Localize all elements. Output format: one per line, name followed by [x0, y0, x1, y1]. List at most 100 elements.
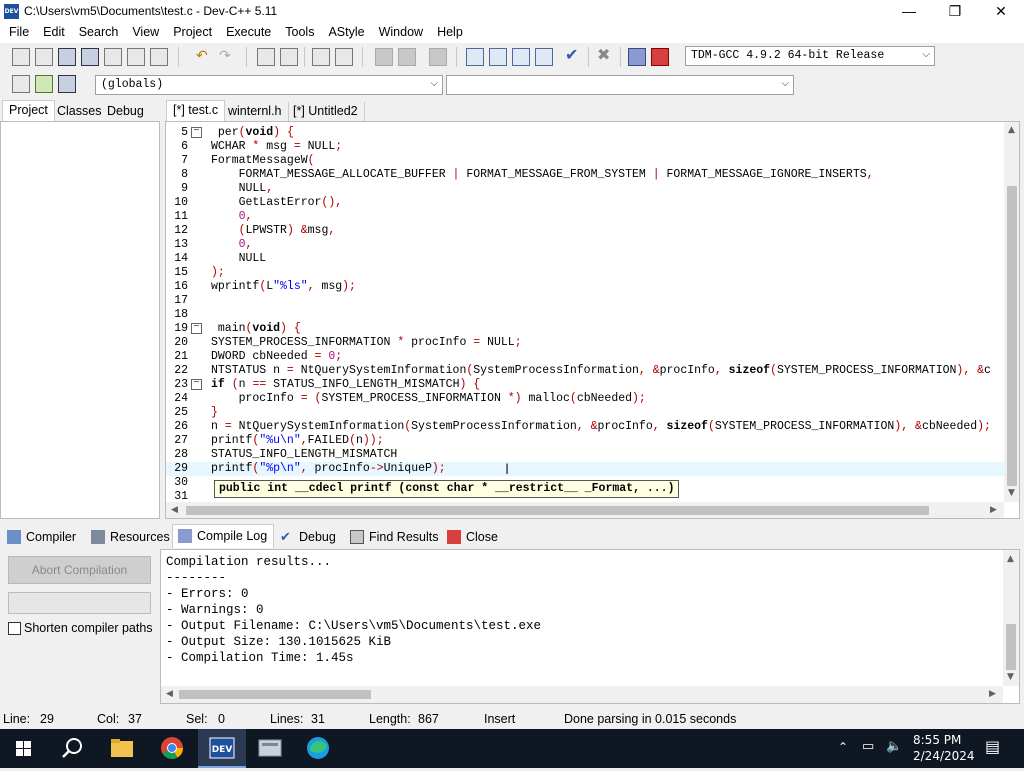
notifications-icon[interactable]: ▤ [985, 737, 1000, 756]
insert-icon[interactable] [12, 75, 30, 93]
compiler-select[interactable]: TDM-GCC 4.9.2 64-bit Release ⌵ [685, 46, 935, 66]
code-line[interactable]: 14 NULL [166, 252, 1004, 266]
unindent-icon[interactable] [335, 48, 353, 66]
code-line[interactable]: 20 SYSTEM_PROCESS_INFORMATION * procInfo … [166, 336, 1004, 350]
start-icon[interactable] [0, 729, 48, 768]
code-line[interactable]: 9 NULL, [166, 182, 1004, 196]
network-icon[interactable]: ▭ [862, 739, 874, 754]
new-file-icon[interactable] [12, 48, 30, 66]
code-line[interactable]: 16 wprintf(L"%ls", msg); [166, 280, 1004, 294]
code-line[interactable]: 12 (LPWSTR) &msg, [166, 224, 1004, 238]
fold-toggle-icon[interactable]: − [191, 127, 202, 138]
find-icon[interactable] [257, 48, 275, 66]
tab-resources[interactable]: Resources [86, 526, 176, 548]
scroll-left-icon[interactable]: ◀ [171, 505, 178, 515]
edge-icon[interactable] [294, 729, 342, 768]
search-icon[interactable] [48, 729, 96, 768]
code-line[interactable]: 17 [166, 294, 1004, 308]
code-line[interactable]: 13 0, [166, 238, 1004, 252]
code-line[interactable]: 22 NTSTATUS n = NtQuerySystemInformation(… [166, 364, 1004, 378]
code-line[interactable]: 28 STATUS_INFO_LENGTH_MISMATCH [166, 448, 1004, 462]
fold-toggle-icon[interactable]: − [191, 323, 202, 334]
code-line[interactable]: 15); [166, 266, 1004, 280]
code-line[interactable]: 6 WCHAR * msg = NULL; [166, 140, 1004, 154]
undo-icon[interactable]: ↶ [196, 48, 214, 66]
code-line[interactable]: 29 printf("%p\n", procInfo->UniqueP); [166, 462, 1004, 476]
goto-back-icon[interactable] [375, 48, 393, 66]
devcpp-icon[interactable]: DEV [198, 729, 246, 768]
save-icon[interactable] [58, 48, 76, 66]
menu-help[interactable]: Help [430, 23, 470, 43]
compile-run-icon[interactable] [512, 48, 530, 66]
code-line[interactable]: 8 FORMAT_MESSAGE_ALLOCATE_BUFFER | FORMA… [166, 168, 1004, 182]
tab-compile-log[interactable]: Compile Log [172, 524, 275, 548]
scope-select[interactable]: (globals) ⌵ [95, 75, 443, 95]
function-select[interactable]: ⌵ [446, 75, 794, 95]
code-line[interactable]: 7 FormatMessageW( [166, 154, 1004, 168]
menu-search[interactable]: Search [72, 23, 126, 43]
tab-find-results[interactable]: Find Results [345, 526, 444, 548]
scroll-down-icon[interactable]: ▼ [1008, 488, 1015, 498]
scroll-right-icon[interactable]: ▶ [989, 689, 996, 699]
editor-tab-test-c[interactable]: [*] test.c [166, 100, 226, 122]
scroll-right-icon[interactable]: ▶ [990, 505, 997, 515]
log-vscroll-thumb[interactable] [1006, 624, 1016, 670]
menu-view[interactable]: View [125, 23, 166, 43]
close-window-button[interactable]: ✕ [978, 0, 1024, 23]
close-all-icon[interactable] [127, 48, 145, 66]
volume-muted-icon[interactable]: 🔈 [886, 739, 902, 754]
tab-debug-bottom[interactable]: ✔ Debug [275, 526, 342, 548]
editor-hscroll-thumb[interactable] [186, 506, 929, 515]
code-line[interactable]: 27 printf("%u\n",FAILED(n)); [166, 434, 1004, 448]
code-editor[interactable]: 5− per(void) {6 WCHAR * msg = NULL; 7 Forma… [165, 121, 1020, 519]
open-file-icon[interactable] [35, 48, 53, 66]
scroll-up-icon[interactable]: ▲ [1007, 554, 1014, 564]
maximize-button[interactable]: ❐ [932, 0, 978, 23]
compile-log[interactable]: Compilation results... -------- - Errors… [160, 549, 1020, 704]
file-explorer-icon[interactable] [98, 729, 146, 768]
profile-icon[interactable] [628, 48, 646, 66]
app-icon[interactable] [246, 729, 294, 768]
editor-vscroll-thumb[interactable] [1007, 186, 1017, 486]
editor-horizontal-scrollbar[interactable]: ◀ ▶ [166, 502, 1004, 518]
stop-execution-icon[interactable]: ✖ [597, 48, 615, 66]
log-hscroll-thumb[interactable] [179, 690, 371, 699]
shorten-paths-checkbox[interactable] [8, 622, 21, 635]
show-hidden-icons-icon[interactable]: ⌃ [838, 740, 848, 754]
scroll-left-icon[interactable]: ◀ [166, 689, 173, 699]
tab-compiler[interactable]: Compiler [2, 526, 82, 548]
abort-compilation-button[interactable]: Abort Compilation [8, 556, 151, 584]
chrome-icon[interactable] [148, 729, 196, 768]
code-line[interactable]: 10 GetLastError(), [166, 196, 1004, 210]
code-line[interactable]: 11 0, [166, 210, 1004, 224]
menu-execute[interactable]: Execute [219, 23, 278, 43]
project-browser[interactable] [0, 121, 160, 519]
editor-vertical-scrollbar[interactable]: ▲ ▼ [1004, 122, 1019, 502]
menu-astyle[interactable]: AStyle [321, 23, 371, 43]
editor-tab-untitled2[interactable]: [*] Untitled2 [287, 102, 365, 122]
shorten-paths-label[interactable]: Shorten compiler paths [24, 621, 153, 635]
code-line[interactable]: 18 [166, 308, 1004, 322]
log-horizontal-scrollbar[interactable]: ◀ ▶ [161, 686, 1003, 703]
code-line[interactable]: 19− main(void) { [166, 322, 1004, 336]
code-line[interactable]: 26 n = NtQuerySystemInformation(SystemPro… [166, 420, 1004, 434]
save-all-icon[interactable] [81, 48, 99, 66]
tab-project[interactable]: Project [2, 100, 55, 122]
menu-window[interactable]: Window [372, 23, 430, 43]
syntax-check-icon[interactable]: ✔ [565, 48, 583, 66]
code-line[interactable]: 25} [166, 406, 1004, 420]
rebuild-all-icon[interactable] [535, 48, 553, 66]
replace-icon[interactable] [280, 48, 298, 66]
minimize-button[interactable]: — [886, 0, 932, 23]
scroll-up-icon[interactable]: ▲ [1008, 125, 1015, 135]
goto-forward-icon[interactable] [398, 48, 416, 66]
delete-profile-icon[interactable] [651, 48, 669, 66]
menu-file[interactable]: File [2, 23, 36, 43]
code-line[interactable]: 21 DWORD cbNeeded = 0; [166, 350, 1004, 364]
menu-tools[interactable]: Tools [278, 23, 321, 43]
code-line[interactable]: 23− if (n == STATUS_INFO_LENGTH_MISMATCH)… [166, 378, 1004, 392]
code-line[interactable]: 24 procInfo = (SYSTEM_PROCESS_INFORMATIO… [166, 392, 1004, 406]
editor-tab-winternl-h[interactable]: winternl.h [222, 102, 289, 122]
indent-icon[interactable] [312, 48, 330, 66]
tab-close[interactable]: Close [442, 526, 504, 548]
